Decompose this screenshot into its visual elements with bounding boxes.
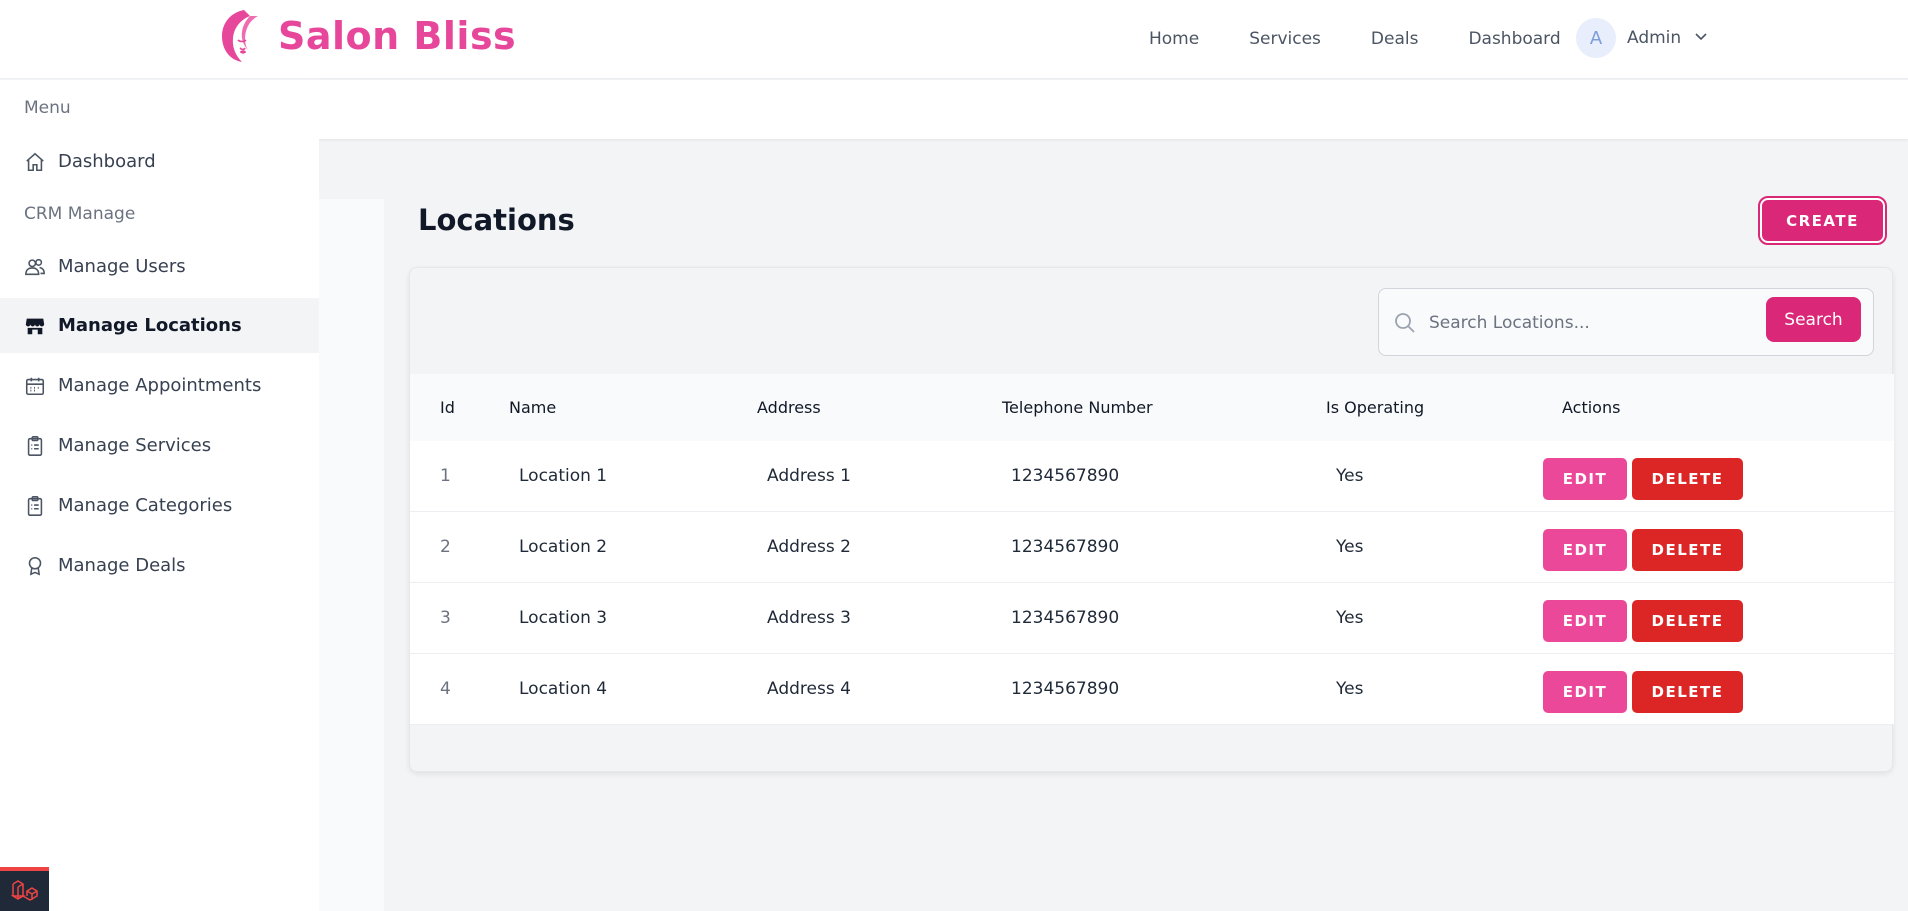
cell-address: Address 1 <box>767 466 851 486</box>
laravel-logo-icon <box>10 880 38 901</box>
column-header-name: Name <box>509 398 557 417</box>
debug-toolbar-toggle[interactable] <box>0 867 49 911</box>
sidebar-heading-crm: CRM Manage <box>24 204 136 224</box>
cell-name: Location 4 <box>519 679 608 699</box>
user-name: Admin <box>1627 28 1682 48</box>
cell-id: 4 <box>440 679 451 699</box>
cell-is-operating: Yes <box>1336 466 1364 486</box>
search-icon <box>1395 313 1415 333</box>
sidebar-item-categories[interactable]: Manage Categories <box>0 478 319 533</box>
table-row: 4 Location 4 Address 4 1234567890 Yes ED… <box>410 654 1894 725</box>
cell-is-operating: Yes <box>1336 537 1364 557</box>
cell-name: Location 2 <box>519 537 608 557</box>
table-row: 2 Location 2 Address 2 1234567890 Yes ED… <box>410 512 1894 583</box>
table-header: Id Name Address Telephone Number Is Oper… <box>410 374 1894 441</box>
create-button[interactable]: CREATE <box>1758 196 1887 245</box>
column-header-is-operating: Is Operating <box>1326 398 1425 417</box>
cell-name: Location 3 <box>519 608 608 628</box>
sidebar-item-locations[interactable]: Manage Locations <box>0 298 319 353</box>
store-icon <box>25 318 45 334</box>
edit-button[interactable]: EDIT <box>1543 458 1627 500</box>
page-title: Locations <box>418 203 575 237</box>
sidebar-heading-menu: Menu <box>24 98 71 118</box>
sidebar-item-label: Dashboard <box>58 151 156 172</box>
search-box: Search <box>1378 288 1874 356</box>
clipboard-icon <box>27 435 43 456</box>
brand-name: Salon Bliss <box>278 14 517 58</box>
sidebar-item-dashboard[interactable]: Dashboard <box>0 134 319 189</box>
sidebar-item-label: Manage Locations <box>58 315 242 336</box>
cell-id: 3 <box>440 608 451 628</box>
locations-card: Search Id Name Address Telephone Number … <box>409 267 1894 772</box>
nav-dashboard[interactable]: Dashboard <box>1468 29 1560 49</box>
calendar-icon <box>25 377 45 395</box>
sidebar-item-users[interactable]: Manage Users <box>0 239 319 294</box>
sidebar-item-label: Manage Users <box>58 256 186 277</box>
column-header-actions: Actions <box>1562 398 1621 417</box>
sidebar-item-label: Manage Deals <box>58 555 186 576</box>
cell-name: Location 1 <box>519 466 608 486</box>
edit-button[interactable]: EDIT <box>1543 671 1627 713</box>
search-button[interactable]: Search <box>1766 297 1861 342</box>
column-header-telephone: Telephone Number <box>1002 398 1153 417</box>
page-subheader <box>319 80 1908 139</box>
cell-telephone: 1234567890 <box>1011 679 1120 699</box>
column-header-address: Address <box>757 398 821 417</box>
chevron-down-icon <box>1695 33 1707 41</box>
search-input[interactable] <box>1429 307 1759 339</box>
cell-address: Address 3 <box>767 608 851 628</box>
main-nav: Home Services Deals Dashboard <box>1149 29 1561 49</box>
delete-button[interactable]: DELETE <box>1632 600 1743 642</box>
sidebar: Menu Dashboard CRM Manage Manage Users M… <box>0 80 319 911</box>
sidebar-item-deals[interactable]: Manage Deals <box>0 538 319 593</box>
cell-id: 2 <box>440 537 451 557</box>
cell-id: 1 <box>440 466 451 486</box>
locations-table: Id Name Address Telephone Number Is Oper… <box>410 374 1894 725</box>
table-row: 1 Location 1 Address 1 1234567890 Yes ED… <box>410 441 1894 512</box>
content-gutter <box>319 199 384 911</box>
cell-is-operating: Yes <box>1336 608 1364 628</box>
cell-telephone: 1234567890 <box>1011 537 1120 557</box>
salon-logo-icon <box>222 10 258 62</box>
sidebar-item-appointments[interactable]: Manage Appointments <box>0 358 319 413</box>
avatar: A <box>1576 18 1616 58</box>
nav-home[interactable]: Home <box>1149 29 1199 49</box>
top-navbar: Salon Bliss Home Services Deals Dashboar… <box>0 0 1908 79</box>
cell-is-operating: Yes <box>1336 679 1364 699</box>
users-icon <box>25 258 45 275</box>
user-menu[interactable]: A Admin <box>1576 18 1709 58</box>
nav-services[interactable]: Services <box>1249 29 1321 49</box>
cell-address: Address 2 <box>767 537 851 557</box>
badge-icon <box>28 556 42 576</box>
brand[interactable]: Salon Bliss <box>214 6 516 66</box>
edit-button[interactable]: EDIT <box>1543 600 1627 642</box>
delete-button[interactable]: DELETE <box>1632 529 1743 571</box>
sidebar-item-label: Manage Appointments <box>58 375 262 396</box>
table-row: 3 Location 3 Address 3 1234567890 Yes ED… <box>410 583 1894 654</box>
edit-button[interactable]: EDIT <box>1543 529 1627 571</box>
sidebar-item-label: Manage Services <box>58 435 212 456</box>
nav-deals[interactable]: Deals <box>1371 29 1419 49</box>
delete-button[interactable]: DELETE <box>1632 671 1743 713</box>
clipboard-icon <box>27 495 43 516</box>
sidebar-item-label: Manage Categories <box>58 495 233 516</box>
cell-address: Address 4 <box>767 679 851 699</box>
cell-telephone: 1234567890 <box>1011 608 1120 628</box>
cell-telephone: 1234567890 <box>1011 466 1120 486</box>
sidebar-item-services[interactable]: Manage Services <box>0 418 319 473</box>
delete-button[interactable]: DELETE <box>1632 458 1743 500</box>
column-header-id: Id <box>440 398 455 417</box>
home-icon <box>26 152 44 171</box>
